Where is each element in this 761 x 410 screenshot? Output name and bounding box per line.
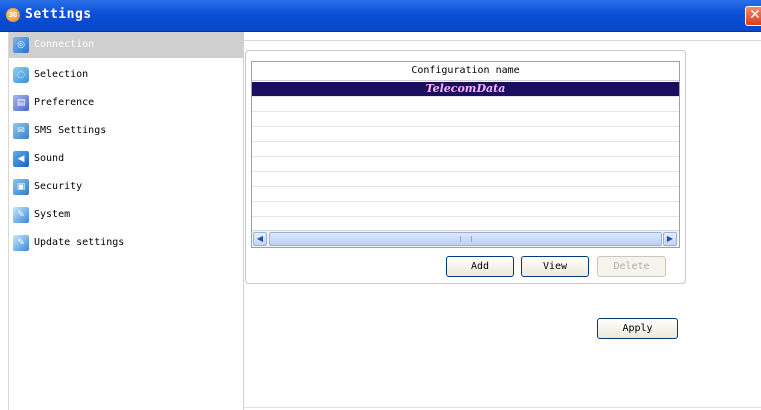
sidebar-item-update-settings[interactable]: ✎ Update settings — [9, 230, 244, 256]
scroll-grip-icon — [460, 236, 472, 242]
sidebar-item-sms-settings[interactable]: ✉ SMS Settings — [9, 118, 244, 144]
empty-table-row — [252, 97, 679, 112]
app-logo-icon: 3G — [6, 8, 20, 22]
update-icon: ✎ — [13, 235, 29, 251]
sidebar-item-label: System — [34, 209, 71, 220]
title-bar: 3G Settings ✕ — [0, 0, 761, 32]
scroll-right-arrow-icon[interactable]: ▶ — [663, 232, 677, 246]
sidebar-item-security[interactable]: ▣ Security — [9, 174, 244, 200]
speaker-icon: ◀ — [13, 151, 29, 167]
scroll-left-arrow-icon[interactable]: ◀ — [253, 232, 267, 246]
sidebar-item-preference[interactable]: ▤ Preference — [9, 90, 244, 116]
configuration-name-cell: TelecomData — [425, 82, 506, 95]
empty-table-row — [252, 127, 679, 142]
empty-table-row — [252, 202, 679, 217]
add-button[interactable]: Add — [446, 256, 514, 277]
close-button[interactable]: ✕ — [745, 6, 761, 26]
empty-table-row — [252, 187, 679, 202]
window-title: Settings — [25, 7, 92, 22]
empty-table-row — [252, 157, 679, 172]
empty-table-row — [252, 112, 679, 127]
sidebar-item-system[interactable]: ✎ System — [9, 202, 244, 228]
apply-button[interactable]: Apply — [597, 318, 678, 339]
scroll-thumb[interactable] — [269, 232, 662, 246]
sidebar-item-label: Selection — [34, 69, 89, 80]
content-top-divider — [244, 40, 761, 41]
configuration-table: Configuration name TelecomData ◀ ▶ — [251, 61, 680, 248]
empty-table-row — [252, 172, 679, 187]
sidebar-item-label: Update settings — [34, 237, 125, 248]
column-header-configuration-name[interactable]: Configuration name — [252, 62, 679, 81]
lock-icon: ▣ — [13, 179, 29, 195]
settings-sidebar: ◎ Connection ◌ Selection ▤ Preference ✉ … — [8, 32, 244, 410]
sms-icon: ✉ — [13, 123, 29, 139]
horizontal-scrollbar[interactable]: ◀ ▶ — [252, 230, 679, 247]
selection-icon: ◌ — [13, 67, 29, 83]
sidebar-item-selection[interactable]: ◌ Selection — [9, 62, 244, 88]
view-button[interactable]: View — [521, 256, 589, 277]
sidebar-item-label: Connection — [34, 39, 95, 50]
preference-icon: ▤ — [13, 95, 29, 111]
delete-button[interactable]: Delete — [597, 256, 666, 277]
sidebar-item-label: Sound — [34, 153, 65, 164]
table-row[interactable]: TelecomData — [252, 82, 679, 97]
sidebar-item-connection[interactable]: ◎ Connection — [9, 32, 244, 58]
content-bottom-divider — [244, 407, 761, 408]
connection-icon: ◎ — [13, 37, 29, 53]
sidebar-item-sound[interactable]: ◀ Sound — [9, 146, 244, 172]
sidebar-item-label: Security — [34, 181, 83, 192]
system-icon: ✎ — [13, 207, 29, 223]
sidebar-item-label: SMS Settings — [34, 125, 107, 136]
empty-table-row — [252, 142, 679, 157]
sidebar-item-label: Preference — [34, 97, 95, 108]
